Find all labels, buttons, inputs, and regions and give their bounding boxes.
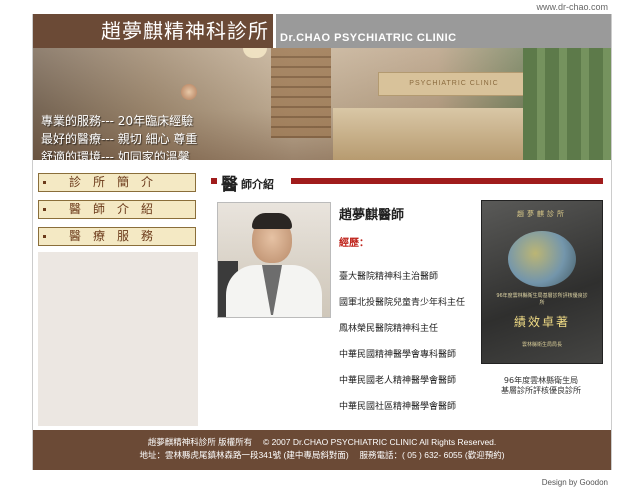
section-heading: 醫 師介紹 <box>209 170 603 195</box>
slogan-line: 舒適的環境--- 如同家的溫馨 <box>41 150 190 160</box>
list-item: 鳳林榮民醫院精神科主任 <box>339 324 439 334</box>
nav-item-clinic-intro[interactable]: 診所簡介 <box>38 173 196 192</box>
experience-list: 臺大醫院精神科主治醫師 國軍北投醫院兒童青少年科主任 鳳林榮民醫院精神科主任 中… <box>339 272 465 428</box>
section-title: 師介紹 <box>241 178 274 191</box>
plaque-inscription: 96年度雲林縣衛生局基層診所評核優良診所 <box>496 293 588 306</box>
hero-banner: PSYCHIATRIC CLINIC 專業的服務--- 20年臨床經驗 最好的醫… <box>33 48 611 160</box>
banner-slogans: 專業的服務--- 20年臨床經驗 最好的醫療--- 親切 細心 尊重 舒適的環境… <box>41 112 197 160</box>
design-credit: Design by Goodon <box>541 478 608 487</box>
site-url: www.dr-chao.com <box>536 2 608 12</box>
plaque-emblem <box>508 231 576 287</box>
reception-sign: PSYCHIATRIC CLINIC <box>378 72 530 96</box>
experience-label: 經歷： <box>339 238 369 249</box>
reception-counter <box>333 108 523 160</box>
nav-item-doctor-intro[interactable]: 醫師介紹 <box>38 200 196 219</box>
site-title-english: Dr.CHAO PSYCHIATRIC CLINIC <box>276 14 611 48</box>
slogan-line: 專業的服務--- 20年臨床經驗 <box>41 114 194 128</box>
list-item: 國軍北投醫院兒童青少年科主任 <box>339 298 466 308</box>
list-item: 臺大醫院精神科主治醫師 <box>339 272 439 282</box>
slogan-line: 最好的醫療--- 親切 細心 尊重 <box>41 132 198 146</box>
doctor-photo <box>217 202 331 318</box>
site-footer: 趙夢麒精神科診所 版權所有 © 2007 Dr.CHAO PSYCHIATRIC… <box>33 430 611 470</box>
site-header: 趙夢麒精神科診所 Dr.CHAO PSYCHIATRIC CLINIC <box>33 14 611 48</box>
award-caption-line: 基層診所評核優良診所 <box>501 386 581 395</box>
footer-address: 地址：雲林縣虎尾鎮林森路一段341號 (建中專局斜對面) 服務電話：( 05 )… <box>139 450 505 460</box>
award-plaque: 趙夢麒診所 96年度雲林縣衛生局基層診所評核優良診所 績效卓著 雲林縣衛生局局長 <box>481 200 603 364</box>
site-title-chinese[interactable]: 趙夢麒精神科診所 <box>33 14 273 48</box>
banner-shelf <box>271 48 331 138</box>
section-title-initial: 醫 <box>221 175 238 195</box>
plaque-header: 趙夢麒診所 <box>517 210 567 218</box>
section-divider <box>291 178 603 184</box>
section-square-icon <box>211 178 217 184</box>
photo-hair <box>252 213 292 229</box>
list-item: 中華民國老人精神醫學會醫師 <box>339 376 457 386</box>
page-frame: 趙夢麒精神科診所 Dr.CHAO PSYCHIATRIC CLINIC PSYC… <box>32 14 612 470</box>
sidebar: 診所簡介 醫師介紹 醫療服務 <box>33 160 203 436</box>
plaque-footer: 雲林縣衛生局局長 <box>521 342 562 348</box>
sidebar-panel <box>38 252 198 426</box>
nav-item-medical-services[interactable]: 醫療服務 <box>38 227 196 246</box>
award-caption-line: 96年度雲林縣衛生局 <box>503 376 579 385</box>
footer-copyright: 趙夢麒精神科診所 版權所有 © 2007 Dr.CHAO PSYCHIATRIC… <box>147 437 497 447</box>
doctor-name: 趙夢麒醫師 <box>339 208 405 223</box>
flower-decoration <box>181 84 197 100</box>
list-item: 中華民國精神醫學會專科醫師 <box>339 350 457 360</box>
award-caption: 96年度雲林縣衛生局 基層診所評核優良診所 <box>473 376 609 396</box>
green-wall-panel <box>523 48 611 160</box>
plaque-title: 績效卓著 <box>513 315 570 329</box>
list-item: 中華民國社區精神醫學會醫師 <box>339 402 457 412</box>
